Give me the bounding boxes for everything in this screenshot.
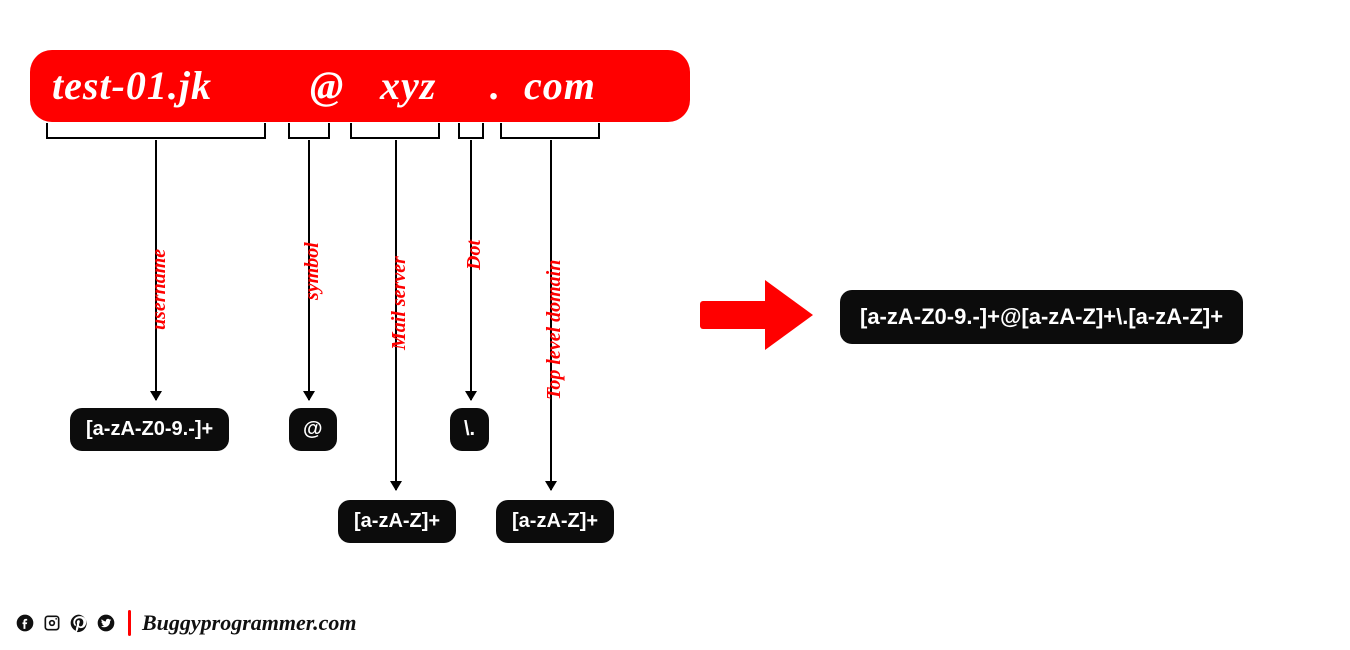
- label-server: Mail server: [388, 256, 411, 350]
- email-segment-at: @: [310, 66, 344, 106]
- arrow-shaft: [700, 301, 770, 329]
- regex-box-server: [a-zA-Z]+: [338, 500, 456, 543]
- pinterest-icon: [68, 612, 90, 634]
- instagram-icon: [41, 612, 63, 634]
- email-pill: test-01.jk @ xyz . com: [30, 50, 690, 122]
- label-username: username: [148, 249, 171, 330]
- bracket-tld: [500, 123, 600, 139]
- footer: Buggyprogrammer.com: [14, 610, 357, 636]
- combine-arrow: [700, 280, 820, 350]
- connector-dot: [470, 140, 472, 400]
- footer-divider: [128, 610, 131, 636]
- label-symbol: symbol: [301, 242, 324, 300]
- email-segment-username: test-01.jk: [52, 66, 212, 106]
- regex-box-username: [a-zA-Z0-9.-]+: [70, 408, 229, 451]
- footer-site: Buggyprogrammer.com: [142, 610, 357, 636]
- email-segment-server: xyz: [380, 66, 436, 106]
- facebook-icon: [14, 612, 36, 634]
- label-dot: Dot: [463, 240, 486, 270]
- regex-box-at: @: [289, 408, 337, 451]
- label-tld: Top level domain: [543, 260, 566, 400]
- regex-box-final: [a-zA-Z0-9.-]+@[a-zA-Z]+\.[a-zA-Z]+: [840, 290, 1243, 344]
- regex-box-tld: [a-zA-Z]+: [496, 500, 614, 543]
- email-segment-tld: com: [524, 66, 596, 106]
- bracket-dot: [458, 123, 484, 139]
- regex-box-dot: \.: [450, 408, 489, 451]
- email-segment-dot: .: [490, 66, 501, 106]
- bracket-at: [288, 123, 330, 139]
- bracket-server: [350, 123, 440, 139]
- bracket-username: [46, 123, 266, 139]
- arrow-head: [765, 280, 813, 350]
- twitter-icon: [95, 612, 117, 634]
- diagram-stage: test-01.jk @ xyz . com username symbol M…: [0, 0, 1350, 650]
